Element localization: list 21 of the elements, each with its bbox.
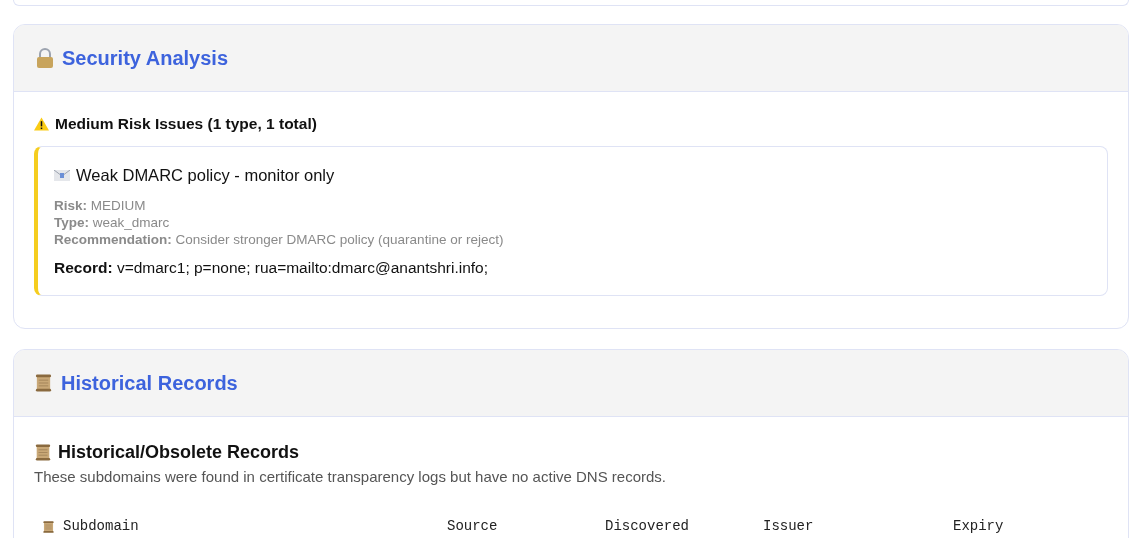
issue-title: Weak DMARC policy - monitor only xyxy=(76,165,335,187)
scroll-icon xyxy=(34,443,52,463)
description: These subdomains were found in certificate transparency logs but have no active DNS records. xyxy=(34,467,667,488)
column-header: Subdomain xyxy=(63,517,139,537)
issue-detail: Recommendation: Consider stronger DMARC policy (quarantine or reject) xyxy=(54,231,505,248)
column-header: Discovered xyxy=(605,517,689,537)
issue-detail: Type: weak_dmarc xyxy=(54,214,171,231)
scroll-icon xyxy=(34,373,53,394)
envelope-icon xyxy=(54,170,70,182)
subheading: Historical/Obsolete Records xyxy=(58,441,300,465)
warning-icon xyxy=(34,116,49,131)
column-header: Expiry xyxy=(953,517,1004,537)
section-title: Historical Records xyxy=(61,371,238,397)
scroll-icon xyxy=(42,519,55,534)
column-header: Source xyxy=(447,517,498,537)
group-heading: Medium Risk Issues (1 type, 1 total) xyxy=(55,114,317,134)
lock-icon xyxy=(36,48,54,68)
section-title: Security Analysis xyxy=(62,46,228,71)
issue-detail: Risk: MEDIUM xyxy=(54,197,147,214)
issue-record: Record: v=dmarc1; p=none; rua=mailto:dmarc@anantshri.info; xyxy=(54,258,490,278)
column-header: Issuer xyxy=(763,517,814,537)
